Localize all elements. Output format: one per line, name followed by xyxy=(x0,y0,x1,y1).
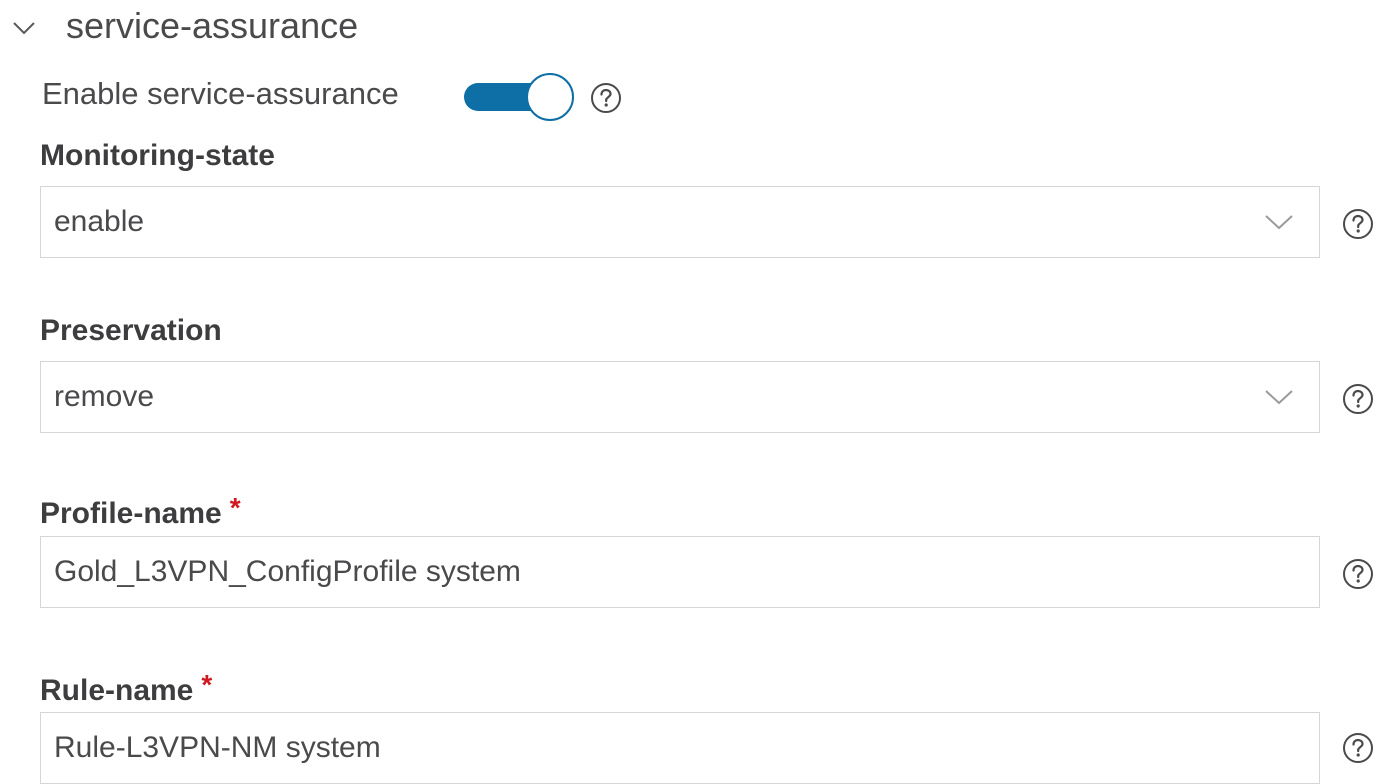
chevron-down-icon[interactable] xyxy=(1263,211,1295,233)
rule-name-label-text: Rule-name xyxy=(40,674,194,707)
chevron-down-icon[interactable] xyxy=(1263,386,1295,408)
rule-name-label: Rule-name * xyxy=(40,667,212,709)
help-icon[interactable] xyxy=(1342,558,1373,589)
help-icon[interactable] xyxy=(1342,383,1373,414)
preservation-select[interactable]: remove xyxy=(40,361,1320,433)
profile-name-input[interactable]: Gold_L3VPN_ConfigProfile system xyxy=(40,536,1320,608)
profile-name-label-text: Profile-name xyxy=(40,497,222,530)
enable-service-assurance-label: Enable service-assurance xyxy=(42,76,399,111)
monitoring-state-select[interactable]: enable xyxy=(40,186,1320,258)
chevron-down-icon[interactable] xyxy=(12,16,36,40)
help-icon[interactable] xyxy=(590,82,621,113)
help-icon[interactable] xyxy=(1342,732,1373,763)
profile-name-label: Profile-name * xyxy=(40,490,241,532)
help-icon[interactable] xyxy=(1342,208,1373,239)
section-title: service-assurance xyxy=(66,5,359,46)
preservation-label: Preservation xyxy=(40,314,222,347)
preservation-value: remove xyxy=(54,380,155,413)
enable-service-assurance-toggle[interactable] xyxy=(464,73,582,123)
profile-name-value: Gold_L3VPN_ConfigProfile system xyxy=(54,555,521,588)
section-header-service-assurance[interactable]: service-assurance xyxy=(0,0,600,52)
required-indicator: * xyxy=(201,669,213,700)
monitoring-state-label: Monitoring-state xyxy=(40,139,275,172)
monitoring-state-value: enable xyxy=(54,205,145,238)
rule-name-value: Rule-L3VPN-NM system xyxy=(54,731,381,764)
toggle-knob xyxy=(526,73,574,121)
required-indicator: * xyxy=(229,492,241,523)
rule-name-input[interactable]: Rule-L3VPN-NM system xyxy=(40,712,1320,784)
